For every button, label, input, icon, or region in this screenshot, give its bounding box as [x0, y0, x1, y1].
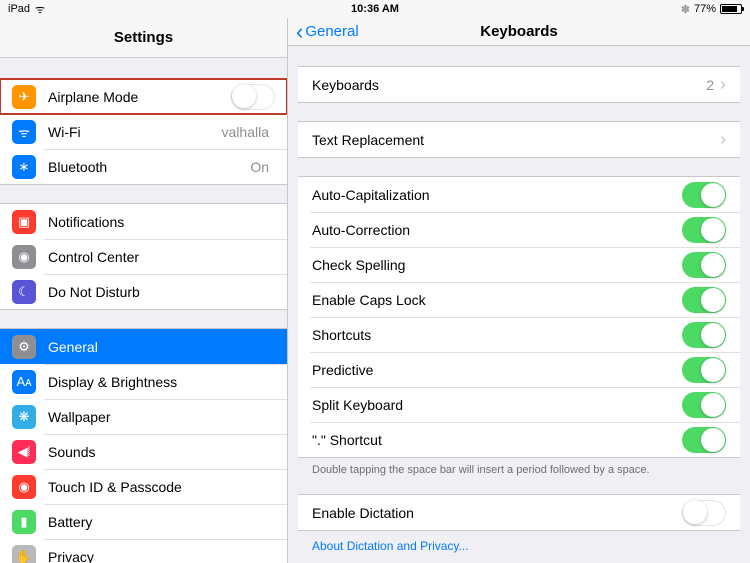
sidebar-item-label: Privacy [48, 549, 275, 563]
status-time: 10:36 AM [351, 3, 399, 15]
sidebar-item-label: Wi-Fi [48, 124, 222, 140]
airplane-switch[interactable] [231, 84, 275, 110]
detail-row-keyboards-list[interactable]: Keyboards2 › [298, 67, 740, 102]
group-footer-note: Double tapping the space bar will insert… [298, 458, 740, 476]
wifi-icon: ᯤ [35, 2, 45, 17]
chevron-right-icon: › [720, 129, 726, 150]
split-switch[interactable] [682, 392, 726, 418]
sidebar-item-display[interactable]: Aᴀ Display & Brightness [0, 364, 287, 399]
wifi-icon: ᯤ [12, 120, 36, 144]
detail-title: Keyboards [480, 23, 558, 40]
sidebar-item-label: Touch ID & Passcode [48, 479, 275, 495]
sidebar-item-general[interactable]: ⚙ General [0, 329, 287, 364]
row-label: Keyboards [312, 77, 706, 93]
sidebar-nav: Settings [0, 18, 287, 58]
bluetooth-icon: ∗ [12, 155, 36, 179]
row-label: Predictive [312, 362, 682, 378]
airplane-icon: ✈ [12, 85, 36, 109]
chevron-left-icon: ‹ [296, 21, 303, 43]
notifications-icon: ▣ [12, 210, 36, 234]
detail-row-capslock[interactable]: Enable Caps Lock [298, 282, 740, 317]
detail-pane: ‹ General Keyboards Keyboards2›Text Repl… [288, 18, 750, 563]
row-label: Enable Dictation [312, 505, 682, 521]
battery-pct: 77% [694, 3, 716, 15]
about-dictation-link[interactable]: About Dictation and Privacy... [298, 531, 740, 563]
sidebar-item-label: Display & Brightness [48, 374, 275, 390]
sidebar-item-privacy[interactable]: ✋ Privacy [0, 539, 287, 563]
detail-row-autocorr[interactable]: Auto-Correction [298, 212, 740, 247]
bluetooth-icon: ✽ [681, 3, 690, 16]
dictation-switch[interactable] [682, 500, 726, 526]
spell-switch[interactable] [682, 252, 726, 278]
sidebar-item-controlcenter[interactable]: ◉ Control Center [0, 239, 287, 274]
detail-row-split[interactable]: Split Keyboard [298, 387, 740, 422]
row-value: 2 [706, 77, 714, 93]
chevron-right-icon: › [720, 74, 726, 95]
sidebar-item-label: Control Center [48, 249, 275, 265]
sidebar-item-value: valhalla [222, 124, 269, 140]
sidebar-item-label: Battery [48, 514, 275, 530]
dnd-icon: ☾ [12, 280, 36, 304]
sidebar-item-airplane[interactable]: ✈ Airplane Mode [0, 79, 287, 114]
shortcuts-switch[interactable] [682, 322, 726, 348]
sidebar-item-wallpaper[interactable]: ❋ Wallpaper [0, 399, 287, 434]
period-switch[interactable] [682, 427, 726, 453]
sidebar-item-label: Notifications [48, 214, 275, 230]
wallpaper-icon: ❋ [12, 405, 36, 429]
controlcenter-icon: ◉ [12, 245, 36, 269]
sidebar-item-label: Do Not Disturb [48, 284, 275, 300]
row-label: Shortcuts [312, 327, 682, 343]
row-label: Split Keyboard [312, 397, 682, 413]
touchid-icon: ◉ [12, 475, 36, 499]
sidebar-item-wifi[interactable]: ᯤ Wi-Fivalhalla [0, 114, 287, 149]
sidebar-item-dnd[interactable]: ☾ Do Not Disturb [0, 274, 287, 309]
capslock-switch[interactable] [682, 287, 726, 313]
detail-row-predictive[interactable]: Predictive [298, 352, 740, 387]
battery-icon [720, 4, 742, 14]
detail-row-shortcuts[interactable]: Shortcuts [298, 317, 740, 352]
detail-row-text-replacement[interactable]: Text Replacement› [298, 122, 740, 157]
row-label: Auto-Correction [312, 222, 682, 238]
display-icon: Aᴀ [12, 370, 36, 394]
sidebar-item-bluetooth[interactable]: ∗ BluetoothOn [0, 149, 287, 184]
sidebar: Settings ✈ Airplane Mode ᯤ Wi-Fivalhalla ∗ Bl… [0, 18, 288, 563]
detail-row-spell[interactable]: Check Spelling [298, 247, 740, 282]
row-label: "." Shortcut [312, 432, 682, 448]
sidebar-item-value: On [250, 159, 269, 175]
battery-icon: ▮ [12, 510, 36, 534]
sidebar-item-touchid[interactable]: ◉ Touch ID & Passcode [0, 469, 287, 504]
predictive-switch[interactable] [682, 357, 726, 383]
detail-row-dictation[interactable]: Enable Dictation [298, 495, 740, 530]
row-label: Enable Caps Lock [312, 292, 682, 308]
detail-row-period[interactable]: "." Shortcut [298, 422, 740, 457]
autocorr-switch[interactable] [682, 217, 726, 243]
sidebar-item-label: Sounds [48, 444, 275, 460]
status-bar: iPad ᯤ 10:36 AM ✽ 77% [0, 0, 750, 18]
privacy-icon: ✋ [12, 545, 36, 563]
row-label: Check Spelling [312, 257, 682, 273]
detail-nav: ‹ General Keyboards [288, 18, 750, 46]
sidebar-item-sounds[interactable]: ◀⦚ Sounds [0, 434, 287, 469]
device-name: iPad [8, 3, 30, 15]
detail-row-autocap[interactable]: Auto-Capitalization [298, 177, 740, 212]
back-button[interactable]: ‹ General [296, 21, 359, 43]
autocap-switch[interactable] [682, 182, 726, 208]
sounds-icon: ◀⦚ [12, 440, 36, 464]
sidebar-item-label: Airplane Mode [48, 89, 231, 105]
row-label: Auto-Capitalization [312, 187, 682, 203]
sidebar-item-label: General [48, 339, 275, 355]
sidebar-item-notifications[interactable]: ▣ Notifications [0, 204, 287, 239]
row-label: Text Replacement [312, 132, 720, 148]
sidebar-title: Settings [114, 29, 173, 46]
general-icon: ⚙ [12, 335, 36, 359]
sidebar-item-label: Wallpaper [48, 409, 275, 425]
sidebar-item-label: Bluetooth [48, 159, 250, 175]
back-label: General [305, 23, 358, 40]
sidebar-item-battery[interactable]: ▮ Battery [0, 504, 287, 539]
